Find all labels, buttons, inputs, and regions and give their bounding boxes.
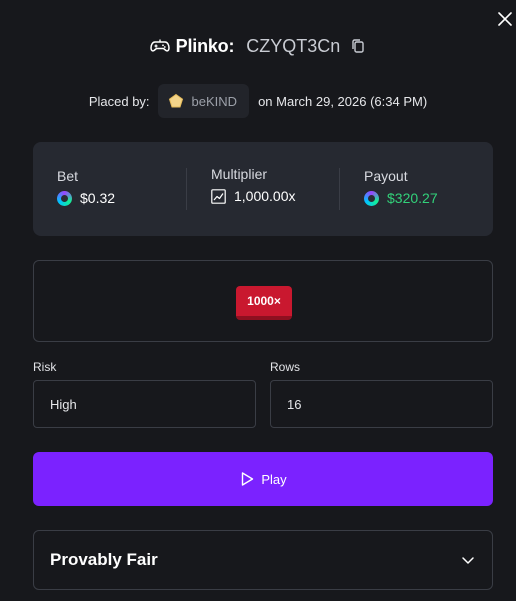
multiplier-label: Multiplier bbox=[211, 166, 268, 182]
placed-date: on March 29, 2026 (6:34 PM) bbox=[258, 93, 428, 109]
copy-icon[interactable] bbox=[350, 38, 366, 54]
user-chip[interactable]: beKIND bbox=[157, 84, 250, 118]
bet-value: $0.32 bbox=[80, 190, 116, 206]
payout-stat: Payout $320.27 bbox=[364, 168, 438, 206]
chevron-down-icon[interactable] bbox=[460, 552, 476, 568]
coin-icon bbox=[57, 190, 72, 206]
stat-divider bbox=[339, 168, 340, 210]
provably-fair-accordion[interactable]: Provably Fair bbox=[33, 530, 493, 590]
stat-divider bbox=[186, 168, 187, 210]
risk-field[interactable]: High bbox=[33, 380, 256, 428]
bet-value-row: $0.32 bbox=[57, 190, 115, 206]
play-label: Play bbox=[261, 471, 287, 487]
user-name[interactable]: beKIND bbox=[192, 94, 238, 109]
placed-by-label: Placed by: bbox=[88, 93, 150, 109]
bet-stat: Bet $0.32 bbox=[57, 168, 115, 206]
gamepad-icon bbox=[149, 37, 170, 55]
game-name: Plinko: bbox=[175, 35, 235, 56]
bet-id: CZYQT3Cn bbox=[246, 35, 341, 56]
bet-stats-card: Bet $0.32 Multiplier 1,000.00x Payout $3… bbox=[33, 142, 493, 236]
bet-label: Bet bbox=[57, 168, 79, 184]
payout-value-row: $320.27 bbox=[364, 190, 438, 206]
play-icon bbox=[239, 471, 255, 487]
placed-by-row: Placed by: beKIND on March 29, 2026 (6:3… bbox=[0, 84, 516, 118]
multiplier-value-row: 1,000.00x bbox=[211, 188, 296, 204]
risk-label: Risk bbox=[33, 360, 57, 374]
bet-header: Plinko: CZYQT3Cn bbox=[0, 34, 516, 58]
multiplier-value: 1,000.00x bbox=[234, 188, 296, 204]
rank-pentagon-icon bbox=[168, 93, 183, 108]
chart-icon bbox=[211, 188, 226, 204]
multiplier-stat: Multiplier 1,000.00x bbox=[211, 166, 296, 204]
payout-value: $320.27 bbox=[387, 190, 438, 206]
rows-field[interactable]: 16 bbox=[270, 380, 493, 428]
close-button[interactable] bbox=[496, 10, 514, 28]
result-panel: 1000× bbox=[33, 260, 493, 342]
close-icon[interactable] bbox=[496, 10, 514, 28]
coin-icon bbox=[364, 190, 379, 206]
multiplier-tile: 1000× bbox=[236, 286, 292, 320]
play-button[interactable]: Play bbox=[33, 452, 493, 506]
rows-label: Rows bbox=[270, 360, 301, 374]
payout-label: Payout bbox=[364, 168, 408, 184]
provably-fair-title: Provably Fair bbox=[50, 550, 158, 569]
